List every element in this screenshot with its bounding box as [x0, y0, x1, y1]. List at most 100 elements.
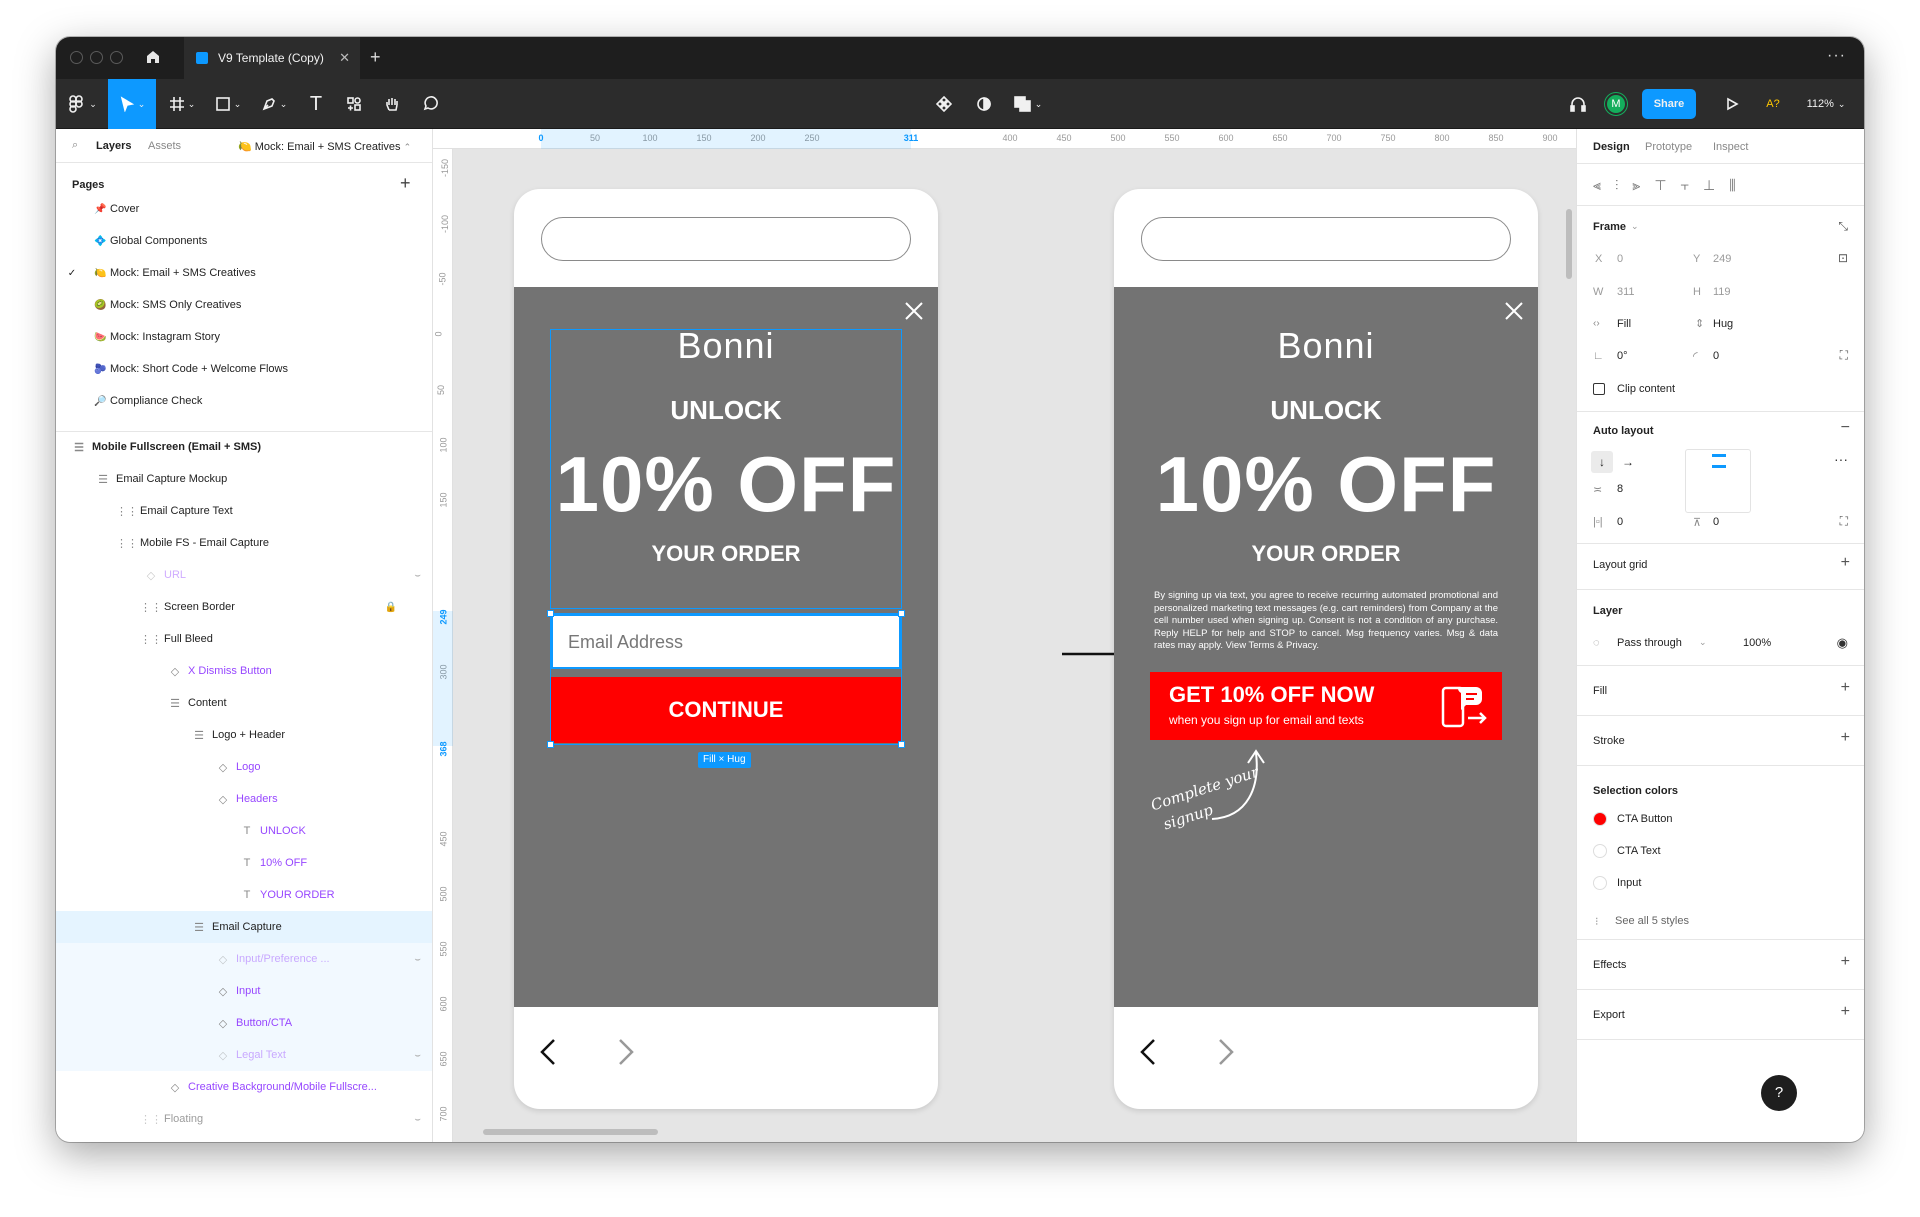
distribute-icon[interactable]: ⫼ — [1729, 177, 1735, 194]
search-icon[interactable]: ⌕ — [72, 139, 78, 152]
layer-item[interactable]: ◇ Creative Background/Mobile Fullscre... — [56, 1071, 432, 1103]
blend-mode-select[interactable]: Pass through — [1617, 637, 1682, 649]
assets-tab[interactable]: Assets — [148, 140, 181, 152]
page-item[interactable]: 🫐 Mock: Short Code + Welcome Flows — [56, 353, 432, 385]
page-item[interactable]: 🥝 Mock: SMS Only Creatives — [56, 289, 432, 321]
home-icon[interactable] — [144, 48, 162, 69]
padding-h-input[interactable]: 0 — [1617, 516, 1623, 528]
close-icon[interactable] — [1504, 301, 1524, 326]
hidden-eye-icon[interactable]: ⌣ — [414, 1050, 421, 1061]
align-middle-v-icon[interactable]: ⫟ — [1681, 177, 1689, 194]
close-icon[interactable] — [904, 301, 924, 326]
more-options-icon[interactable]: ··· — [1827, 47, 1846, 65]
layer-item[interactable]: ⋮⋮ Full Bleed — [56, 623, 432, 655]
layer-item[interactable]: ◇ Input/Preference ... ⌣ — [56, 943, 432, 975]
layer-item[interactable]: ⋮⋮ Screen Border 🔒 — [56, 591, 432, 623]
layer-item[interactable]: ☰ Logo + Header — [56, 719, 432, 751]
remove-auto-layout-icon[interactable]: − — [1841, 419, 1850, 437]
move-tool-button[interactable]: ⌄ — [108, 79, 156, 129]
phone-mockup-left[interactable]: Bonni UNLOCK 10% OFF YOUR ORDER Email Ad… — [514, 189, 938, 1109]
zoom-menu[interactable]: 112% ⌄ — [1800, 79, 1852, 129]
design-canvas[interactable]: 0 50 100 150 200 250 311 400 450 500 550 600 650 700 7… — [433, 129, 1576, 1142]
w-input[interactable]: 311 — [1617, 286, 1635, 298]
layer-item[interactable]: ⋮⋮ Floating ⌣ — [56, 1103, 432, 1135]
audio-button[interactable] — [1560, 79, 1596, 129]
maximize-window-dot[interactable] — [110, 51, 123, 64]
comment-tool-button[interactable] — [412, 79, 448, 129]
text-tool-button[interactable]: T — [298, 79, 334, 129]
mask-button[interactable] — [966, 79, 1002, 129]
layer-item[interactable]: T YOUR ORDER — [56, 879, 432, 911]
sms-cta-button[interactable]: GET 10% OFF NOW when you sign up for ema… — [1150, 672, 1502, 740]
hug-mode[interactable]: Hug — [1713, 318, 1733, 330]
page-item[interactable]: ✓ 🍋 Mock: Email + SMS Creatives — [56, 257, 432, 289]
page-switcher[interactable]: 🍋 Mock: Email + SMS Creatives ⌃ — [238, 140, 411, 153]
creative-background[interactable]: Bonni UNLOCK 10% OFF YOUR ORDER Email Ad… — [514, 287, 938, 1007]
hidden-eye-icon[interactable]: ⌣ — [414, 954, 421, 965]
close-window-dot[interactable] — [70, 51, 83, 64]
file-tab[interactable]: V9 Template (Copy) ✕ — [184, 37, 360, 79]
layer-item[interactable]: ☰ Email Capture — [56, 911, 432, 943]
accessibility-check-button[interactable]: A? — [1758, 79, 1788, 129]
independent-padding-icon[interactable]: ⛶ — [1840, 514, 1848, 529]
layer-item[interactable]: ◇ URL ⌣ — [56, 559, 432, 591]
horizontal-scrollbar[interactable] — [483, 1129, 658, 1135]
page-item[interactable]: 💠 Global Components — [56, 225, 432, 257]
page-item[interactable]: 📌 Cover — [56, 193, 432, 225]
lock-icon[interactable]: 🔒 — [385, 602, 397, 613]
forward-arrow-icon[interactable] — [616, 1037, 636, 1072]
gap-input[interactable]: 8 — [1617, 483, 1623, 495]
main-menu-button[interactable]: ⌄ — [56, 79, 108, 129]
layer-root[interactable]: ☰ Mobile Fullscreen (Email + SMS) — [56, 431, 432, 463]
layer-item[interactable]: ⋮⋮ Mobile FS - Email Capture — [56, 527, 432, 559]
rotation-input[interactable]: 0° — [1617, 350, 1628, 362]
direction-vertical-button[interactable]: ↓ — [1591, 451, 1613, 473]
component-button[interactable] — [926, 79, 962, 129]
y-input[interactable]: 249 — [1713, 253, 1731, 265]
creative-background[interactable]: Bonni UNLOCK 10% OFF YOUR ORDER By signi… — [1114, 287, 1538, 1007]
align-right-icon[interactable]: ⫸ — [1632, 177, 1640, 194]
layer-item[interactable]: ☰ Content — [56, 687, 432, 719]
help-button[interactable]: ? — [1761, 1075, 1797, 1111]
forward-arrow-icon[interactable] — [1216, 1037, 1236, 1072]
align-left-icon[interactable]: ⫷ — [1593, 177, 1601, 194]
see-all-styles-link[interactable]: See all 5 styles — [1615, 915, 1689, 927]
layer-item[interactable]: ⋮⋮ Email Capture Text — [56, 495, 432, 527]
phone-mockup-right[interactable]: Bonni UNLOCK 10% OFF YOUR ORDER By signi… — [1114, 189, 1538, 1109]
resize-handle-tr[interactable] — [898, 610, 905, 617]
minimize-window-dot[interactable] — [90, 51, 103, 64]
eye-icon[interactable]: ◉ — [1837, 635, 1848, 651]
selection-color-item[interactable]: CTA Button — [1593, 809, 1672, 829]
layer-item[interactable]: T UNLOCK — [56, 815, 432, 847]
align-top-icon[interactable]: ⊤ — [1654, 177, 1666, 194]
inspect-tab[interactable]: Inspect — [1713, 141, 1748, 153]
resize-handle-bl[interactable] — [547, 741, 554, 748]
prototype-tab[interactable]: Prototype — [1645, 141, 1692, 153]
align-bottom-icon[interactable]: ⊥ — [1703, 177, 1715, 194]
close-tab-icon[interactable]: ✕ — [339, 50, 350, 66]
add-page-icon[interactable]: + — [400, 173, 411, 194]
clip-content-checkbox[interactable] — [1593, 383, 1605, 395]
add-export-icon[interactable]: + — [1841, 1003, 1850, 1021]
page-item[interactable]: 🔎 Compliance Check — [56, 385, 432, 417]
hidden-eye-icon[interactable]: ⌣ — [414, 1114, 421, 1125]
align-center-h-icon[interactable]: ⫶ — [1615, 177, 1619, 194]
share-button[interactable]: Share — [1642, 89, 1696, 119]
padding-v-input[interactable]: 0 — [1713, 516, 1719, 528]
more-settings-icon[interactable]: ··· — [1834, 451, 1848, 467]
new-tab-icon[interactable]: + — [370, 47, 381, 68]
design-tab[interactable]: Design — [1593, 141, 1630, 153]
page-item[interactable]: 🍉 Mock: Instagram Story — [56, 321, 432, 353]
present-button[interactable] — [1716, 79, 1748, 129]
layers-tab[interactable]: Layers — [96, 140, 131, 152]
frame-section-title[interactable]: Frame — [1593, 221, 1626, 233]
add-effect-icon[interactable]: + — [1841, 953, 1850, 971]
layer-item[interactable]: ◇ Input — [56, 975, 432, 1007]
h-input[interactable]: 119 — [1713, 286, 1731, 298]
back-arrow-icon[interactable] — [538, 1037, 558, 1072]
layer-item[interactable]: ◇ Legal Text ⌣ — [56, 1039, 432, 1071]
add-layout-grid-icon[interactable]: + — [1841, 554, 1850, 572]
add-stroke-icon[interactable]: + — [1841, 729, 1850, 747]
x-input[interactable]: 0 — [1617, 253, 1623, 265]
pen-tool-button[interactable]: ⌄ — [252, 79, 296, 129]
